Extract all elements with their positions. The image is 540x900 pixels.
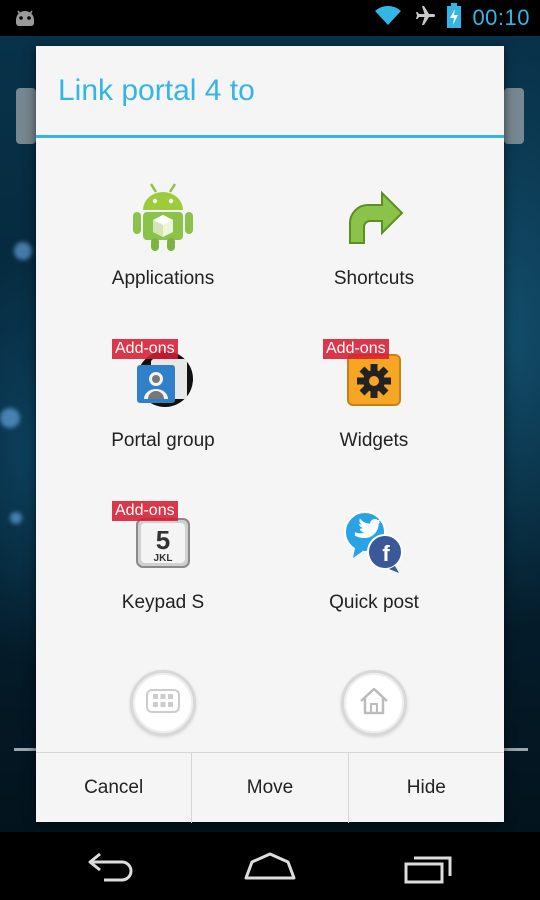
link-portal-dialog: Link portal 4 to Applications Shortcuts … <box>36 46 504 823</box>
recent-apps-icon[interactable] <box>398 850 458 884</box>
svg-text:f: f <box>382 541 390 566</box>
option-label: Shortcuts <box>333 268 415 289</box>
option-applications[interactable]: Applications <box>46 138 280 300</box>
app-drawer-icon <box>146 688 180 718</box>
svg-text:JKL: JKL <box>154 553 173 564</box>
dialog-title: Link portal 4 to <box>58 74 255 107</box>
addons-badge: Add-ons <box>112 501 178 521</box>
option-shortcuts[interactable]: Shortcuts <box>257 138 491 300</box>
status-bar: 00:10 <box>0 0 540 36</box>
dialog-button-bar: Cancel Move Hide <box>36 752 504 823</box>
addons-badge: Add-ons <box>112 339 178 359</box>
option-label: Quick post <box>329 592 419 613</box>
home-icon <box>358 686 390 721</box>
option-label: Portal group <box>111 430 215 451</box>
option-quick-post[interactable]: f Quick post <box>257 462 491 624</box>
option-label: Widgets <box>339 430 409 451</box>
keypad-icon: Add-ons 5 JKL <box>112 501 198 576</box>
option-portal-group[interactable]: Add-ons Portal group <box>46 300 280 462</box>
android-robot-icon <box>128 182 198 252</box>
wallpaper-divider-left <box>14 748 38 751</box>
app-drawer-button[interactable] <box>130 670 196 736</box>
widget-gear-icon: Add-ons <box>323 339 409 414</box>
home-icon[interactable] <box>240 850 300 884</box>
wallpaper-divider-right <box>504 748 528 751</box>
contacts-icon: Add-ons <box>112 339 198 414</box>
wallpaper-widget-right <box>504 88 524 144</box>
bokeh-light <box>0 408 20 428</box>
move-button[interactable]: Move <box>191 753 347 823</box>
airplane-icon <box>412 4 436 33</box>
android-notification-icon <box>12 8 38 35</box>
bokeh-light <box>10 512 22 524</box>
home-button[interactable] <box>341 670 407 736</box>
link-options-grid: Applications Shortcuts Add-ons Portal gr… <box>36 138 504 752</box>
cancel-button[interactable]: Cancel <box>36 753 191 823</box>
hide-button[interactable]: Hide <box>347 753 504 823</box>
option-widgets[interactable]: Add-ons Widgets <box>257 300 491 462</box>
svg-text:5: 5 <box>156 525 170 555</box>
option-label: Keypad S <box>121 592 205 613</box>
wifi-icon <box>374 5 402 32</box>
status-clock: 00:10 <box>472 5 530 30</box>
navigation-bar <box>0 832 540 900</box>
back-icon[interactable] <box>82 850 142 884</box>
option-keypad-s[interactable]: Add-ons 5 JKL Keypad S <box>46 462 280 624</box>
twitter-facebook-icon: f <box>339 506 409 576</box>
option-label: Applications <box>111 268 215 289</box>
wallpaper-widget-left <box>16 88 36 144</box>
bokeh-light <box>14 242 32 260</box>
shortcut-arrow-icon <box>339 182 409 252</box>
addons-badge: Add-ons <box>323 339 389 359</box>
battery-charging-icon <box>446 2 462 34</box>
